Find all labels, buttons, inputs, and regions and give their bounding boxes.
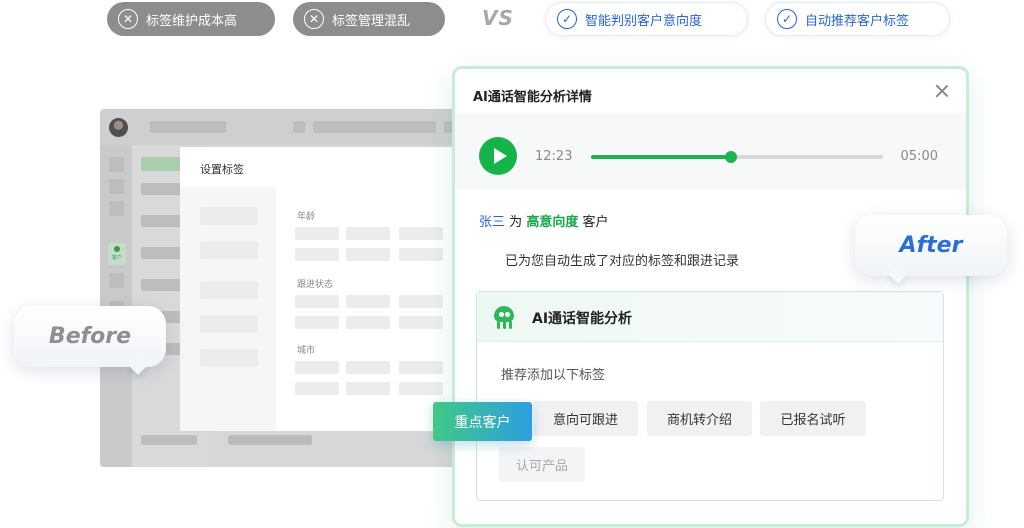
customer-intent-line: 张三 为 高意向度 客户 [479, 211, 608, 230]
progress-handle[interactable] [725, 151, 738, 163]
placeholder-bar [228, 435, 312, 445]
legacy-app-topbar [100, 109, 460, 145]
category-item[interactable] [200, 207, 258, 225]
tag-option[interactable] [399, 361, 443, 374]
tag-option[interactable] [346, 227, 390, 240]
pain-point-pill-management: ✕ 标签管理混乱 [293, 2, 445, 36]
progress-fill [591, 155, 732, 159]
close-icon[interactable] [934, 83, 950, 99]
category-item[interactable] [200, 241, 258, 259]
after-bubble: After [855, 215, 1007, 284]
card-title: AI通话智能分析 [532, 311, 633, 327]
field-label-age: 年龄 [297, 212, 316, 222]
placeholder-bar [141, 247, 181, 259]
current-time: 12:23 [535, 149, 573, 164]
comparison-stage: ✕ 标签维护成本高 ✕ 标签管理混乱 VS ✓ 智能判别客户意向度 ✓ 自动推荐… [0, 0, 1024, 528]
recommended-tag[interactable]: 已报名试听 [760, 401, 866, 436]
tag-option[interactable] [399, 382, 443, 395]
sidebar-icon [109, 179, 124, 194]
progress-track[interactable] [591, 151, 883, 163]
panel-title: AI通话智能分析详情 [473, 90, 592, 105]
placeholder-bar [141, 215, 181, 227]
pill-label: 自动推荐客户标签 [805, 13, 910, 29]
benefit-pill-tags: ✓ 自动推荐客户标签 [765, 2, 950, 36]
recommended-tag[interactable]: 商机转介绍 [647, 401, 752, 436]
intent-level: 高意向度 [526, 215, 579, 230]
placeholder-bar [293, 121, 305, 133]
pill-label: 标签管理混乱 [332, 13, 411, 29]
tag-option[interactable] [399, 248, 443, 261]
tag-option[interactable] [399, 227, 443, 240]
placeholder-bar [150, 121, 226, 133]
recommend-subtitle: 推荐添加以下标签 [501, 368, 606, 383]
tag-option[interactable] [399, 316, 443, 329]
avatar [109, 118, 128, 137]
field-label-city: 城市 [297, 346, 316, 356]
sidebar-icon [109, 157, 124, 172]
tag-option[interactable] [295, 227, 339, 240]
set-tags-dialog: 设置标签 年龄 跟进状态 城市 [180, 147, 460, 431]
auto-generated-note: 已为您自动生成了对应的标签和跟进记录 [505, 254, 740, 269]
sidebar-icon [109, 201, 124, 216]
placeholder-bar [141, 157, 181, 171]
tag-option[interactable] [346, 361, 390, 374]
customer-suffix: 客户 [582, 215, 609, 230]
field-label-follow-status: 跟进状态 [297, 280, 334, 290]
connector-text: 为 [509, 215, 523, 230]
tag-option[interactable] [295, 382, 339, 395]
total-time: 05:00 [900, 149, 938, 164]
sidebar-item-customers[interactable]: 客户 [108, 243, 126, 265]
ai-call-analysis-panel: AI通话智能分析详情 12:23 05:00 张三 为 高意向度 客户 已为您自… [452, 66, 969, 527]
tag-option[interactable] [295, 316, 339, 329]
dialog-category-list [180, 187, 276, 431]
check-circle-icon: ✓ [557, 9, 577, 29]
check-circle-icon: ✓ [777, 9, 797, 29]
pill-label: 标签维护成本高 [146, 13, 238, 29]
legacy-app-window: 客户 设置标签 年龄 跟进状态 城市 [100, 109, 460, 467]
placeholder-bar [141, 435, 197, 445]
dialog-title: 设置标签 [200, 163, 244, 176]
category-item[interactable] [200, 315, 258, 333]
card-header: AI通话智能分析 [477, 292, 943, 342]
dragged-tag-key-customer[interactable]: 重点客户 [433, 402, 532, 441]
tag-option[interactable] [399, 295, 443, 308]
vs-label: VS [482, 6, 514, 30]
audio-player: 12:23 05:00 [455, 113, 966, 189]
placeholder-bar [141, 279, 181, 291]
recommended-tag[interactable]: 认可产品 [499, 447, 585, 482]
ai-bot-icon [493, 306, 515, 330]
placeholder-bar [313, 121, 436, 133]
recommended-tag[interactable]: 意向可跟进 [533, 401, 638, 436]
before-bubble: Before [14, 306, 166, 375]
before-label: Before [48, 324, 132, 349]
category-item[interactable] [200, 281, 258, 299]
close-circle-icon: ✕ [304, 9, 324, 29]
placeholder-bar [141, 183, 181, 195]
pain-point-pill-maintenance: ✕ 标签维护成本高 [107, 2, 275, 36]
tag-option[interactable] [346, 316, 390, 329]
tag-option[interactable] [346, 248, 390, 261]
sidebar-icon [109, 273, 124, 288]
after-label: After [899, 233, 963, 258]
ai-analysis-card: AI通话智能分析 推荐添加以下标签 意向可跟进 商机转介绍 已报名试听 认可产品 [476, 291, 944, 501]
customer-name[interactable]: 张三 [479, 215, 505, 230]
play-button[interactable] [479, 137, 517, 175]
tag-option[interactable] [295, 248, 339, 261]
tag-option[interactable] [295, 295, 339, 308]
tag-option[interactable] [346, 295, 390, 308]
category-item[interactable] [200, 349, 258, 367]
close-circle-icon: ✕ [118, 9, 138, 29]
tag-option[interactable] [295, 361, 339, 374]
tag-option[interactable] [346, 382, 390, 395]
pill-label: 智能判别客户意向度 [585, 13, 703, 29]
benefit-pill-intent: ✓ 智能判别客户意向度 [545, 2, 748, 36]
